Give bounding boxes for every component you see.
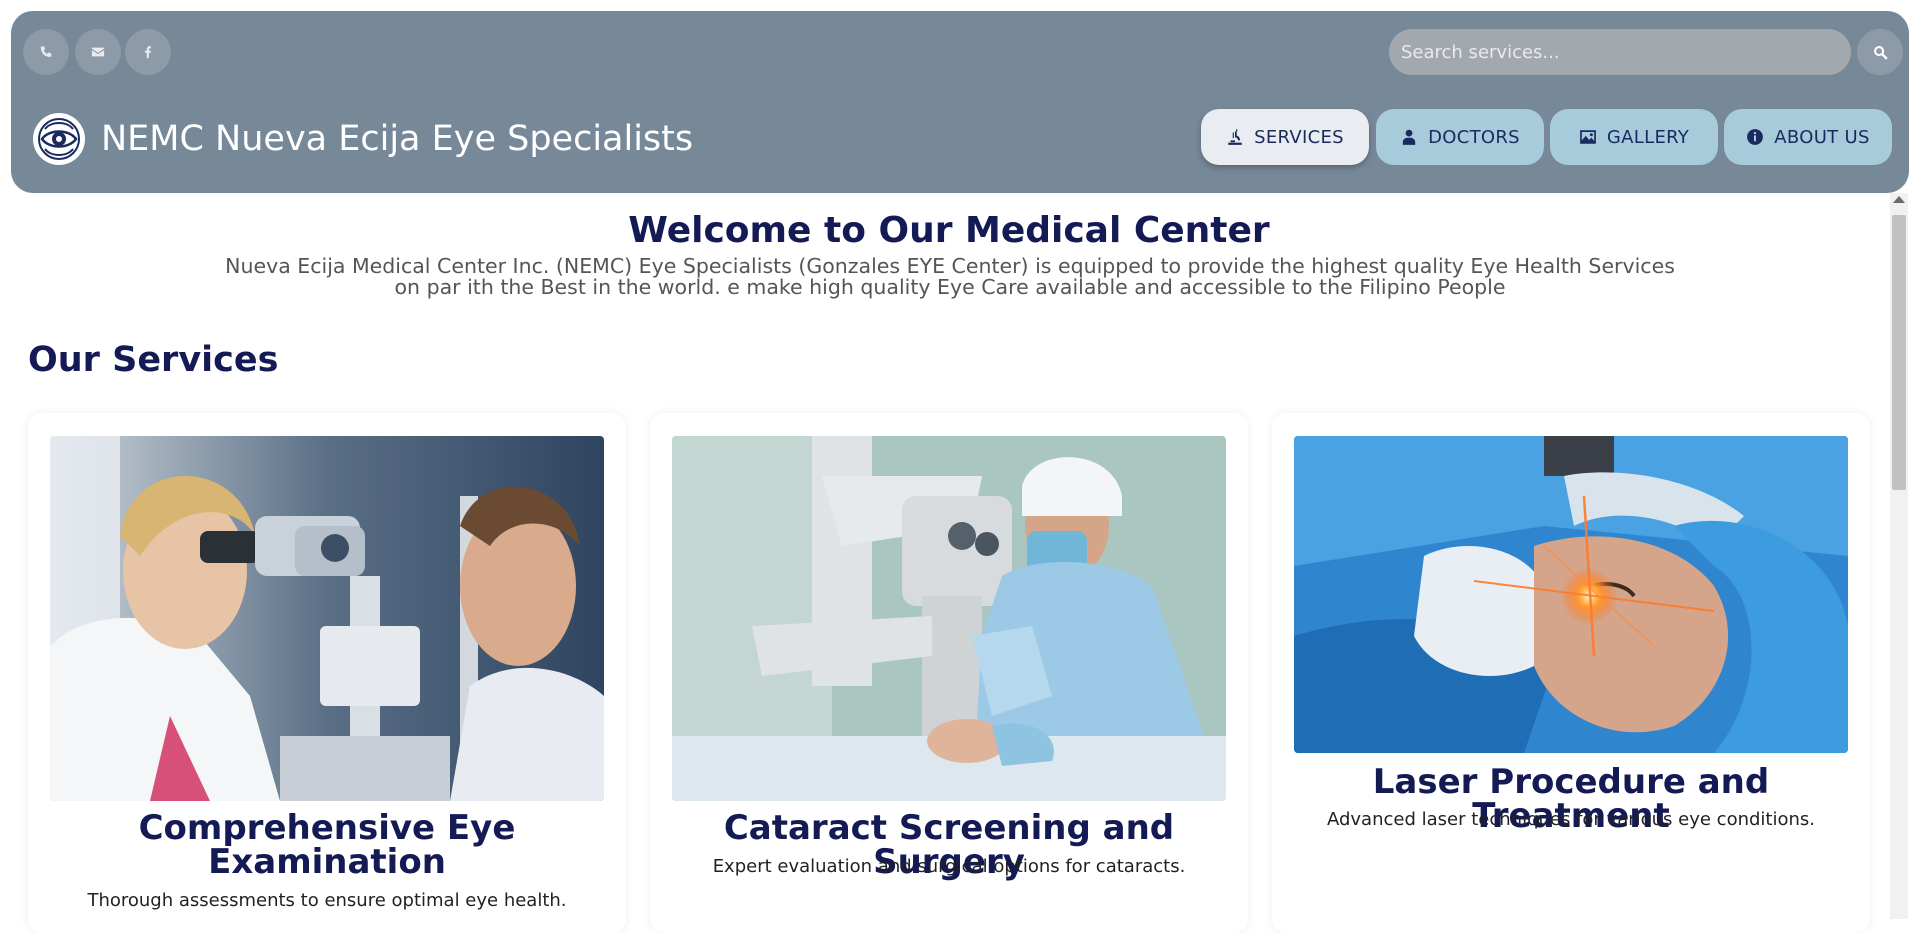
phone-button[interactable] (23, 29, 69, 75)
facebook-icon (145, 46, 152, 59)
nav-gallery-button[interactable]: GALLERY (1550, 109, 1718, 165)
nav-services-button[interactable]: SERVICES (1201, 109, 1369, 165)
envelope-icon (91, 47, 105, 57)
brand-title[interactable]: NEMC Nueva Ecija Eye Specialists (101, 119, 693, 159)
service-card-description: Advanced laser techniques for various ey… (1326, 809, 1815, 830)
laser-procedure-photo (1294, 436, 1848, 753)
info-icon (1747, 129, 1764, 145)
service-card-description: Thorough assessments to ensure optimal e… (87, 890, 567, 911)
eye-logo-icon (38, 118, 80, 160)
doctor-icon (1402, 129, 1416, 145)
image-icon (1580, 130, 1596, 144)
nav-about-label: ABOUT US (1774, 126, 1870, 148)
nav-about-button[interactable]: ABOUT US (1724, 109, 1892, 165)
phone-icon (40, 46, 52, 57)
scrollbar-thumb[interactable] (1892, 215, 1906, 490)
nav-doctors-button[interactable]: DOCTORS (1376, 109, 1544, 165)
nav-doctors-label: DOCTORS (1428, 126, 1520, 148)
services-heading: Our Services (28, 340, 279, 380)
nav-gallery-label: GALLERY (1606, 126, 1690, 148)
email-button[interactable] (75, 29, 121, 75)
service-card[interactable]: Laser Procedure and Treatment Advanced l… (1272, 413, 1870, 933)
service-card-title: Comprehensive Eye Examination (138, 808, 516, 882)
search-input[interactable] (1389, 29, 1851, 75)
welcome-title: Welcome to Our Medical Center (628, 210, 1270, 251)
search-button[interactable] (1857, 29, 1903, 75)
logo[interactable] (33, 113, 85, 165)
search-icon (1873, 45, 1887, 59)
scroll-up-arrow-icon[interactable] (1893, 196, 1905, 203)
site-header: NEMC Nueva Ecija Eye Specialists SERVICE… (11, 11, 1909, 193)
service-card[interactable]: Cataract Screening and Surgery Expert ev… (650, 413, 1248, 933)
facebook-button[interactable] (125, 29, 171, 75)
nav-services-label: SERVICES (1254, 126, 1344, 148)
eye-exam-photo (50, 436, 604, 801)
welcome-text: Nueva Ecija Medical Center Inc. (NEMC) E… (225, 254, 1675, 299)
cataract-surgery-photo (672, 436, 1226, 801)
service-card[interactable]: Comprehensive Eye Examination Thorough a… (28, 413, 626, 933)
microscope-icon (1228, 129, 1242, 145)
service-card-description: Expert evaluation and surgical options f… (712, 856, 1186, 877)
